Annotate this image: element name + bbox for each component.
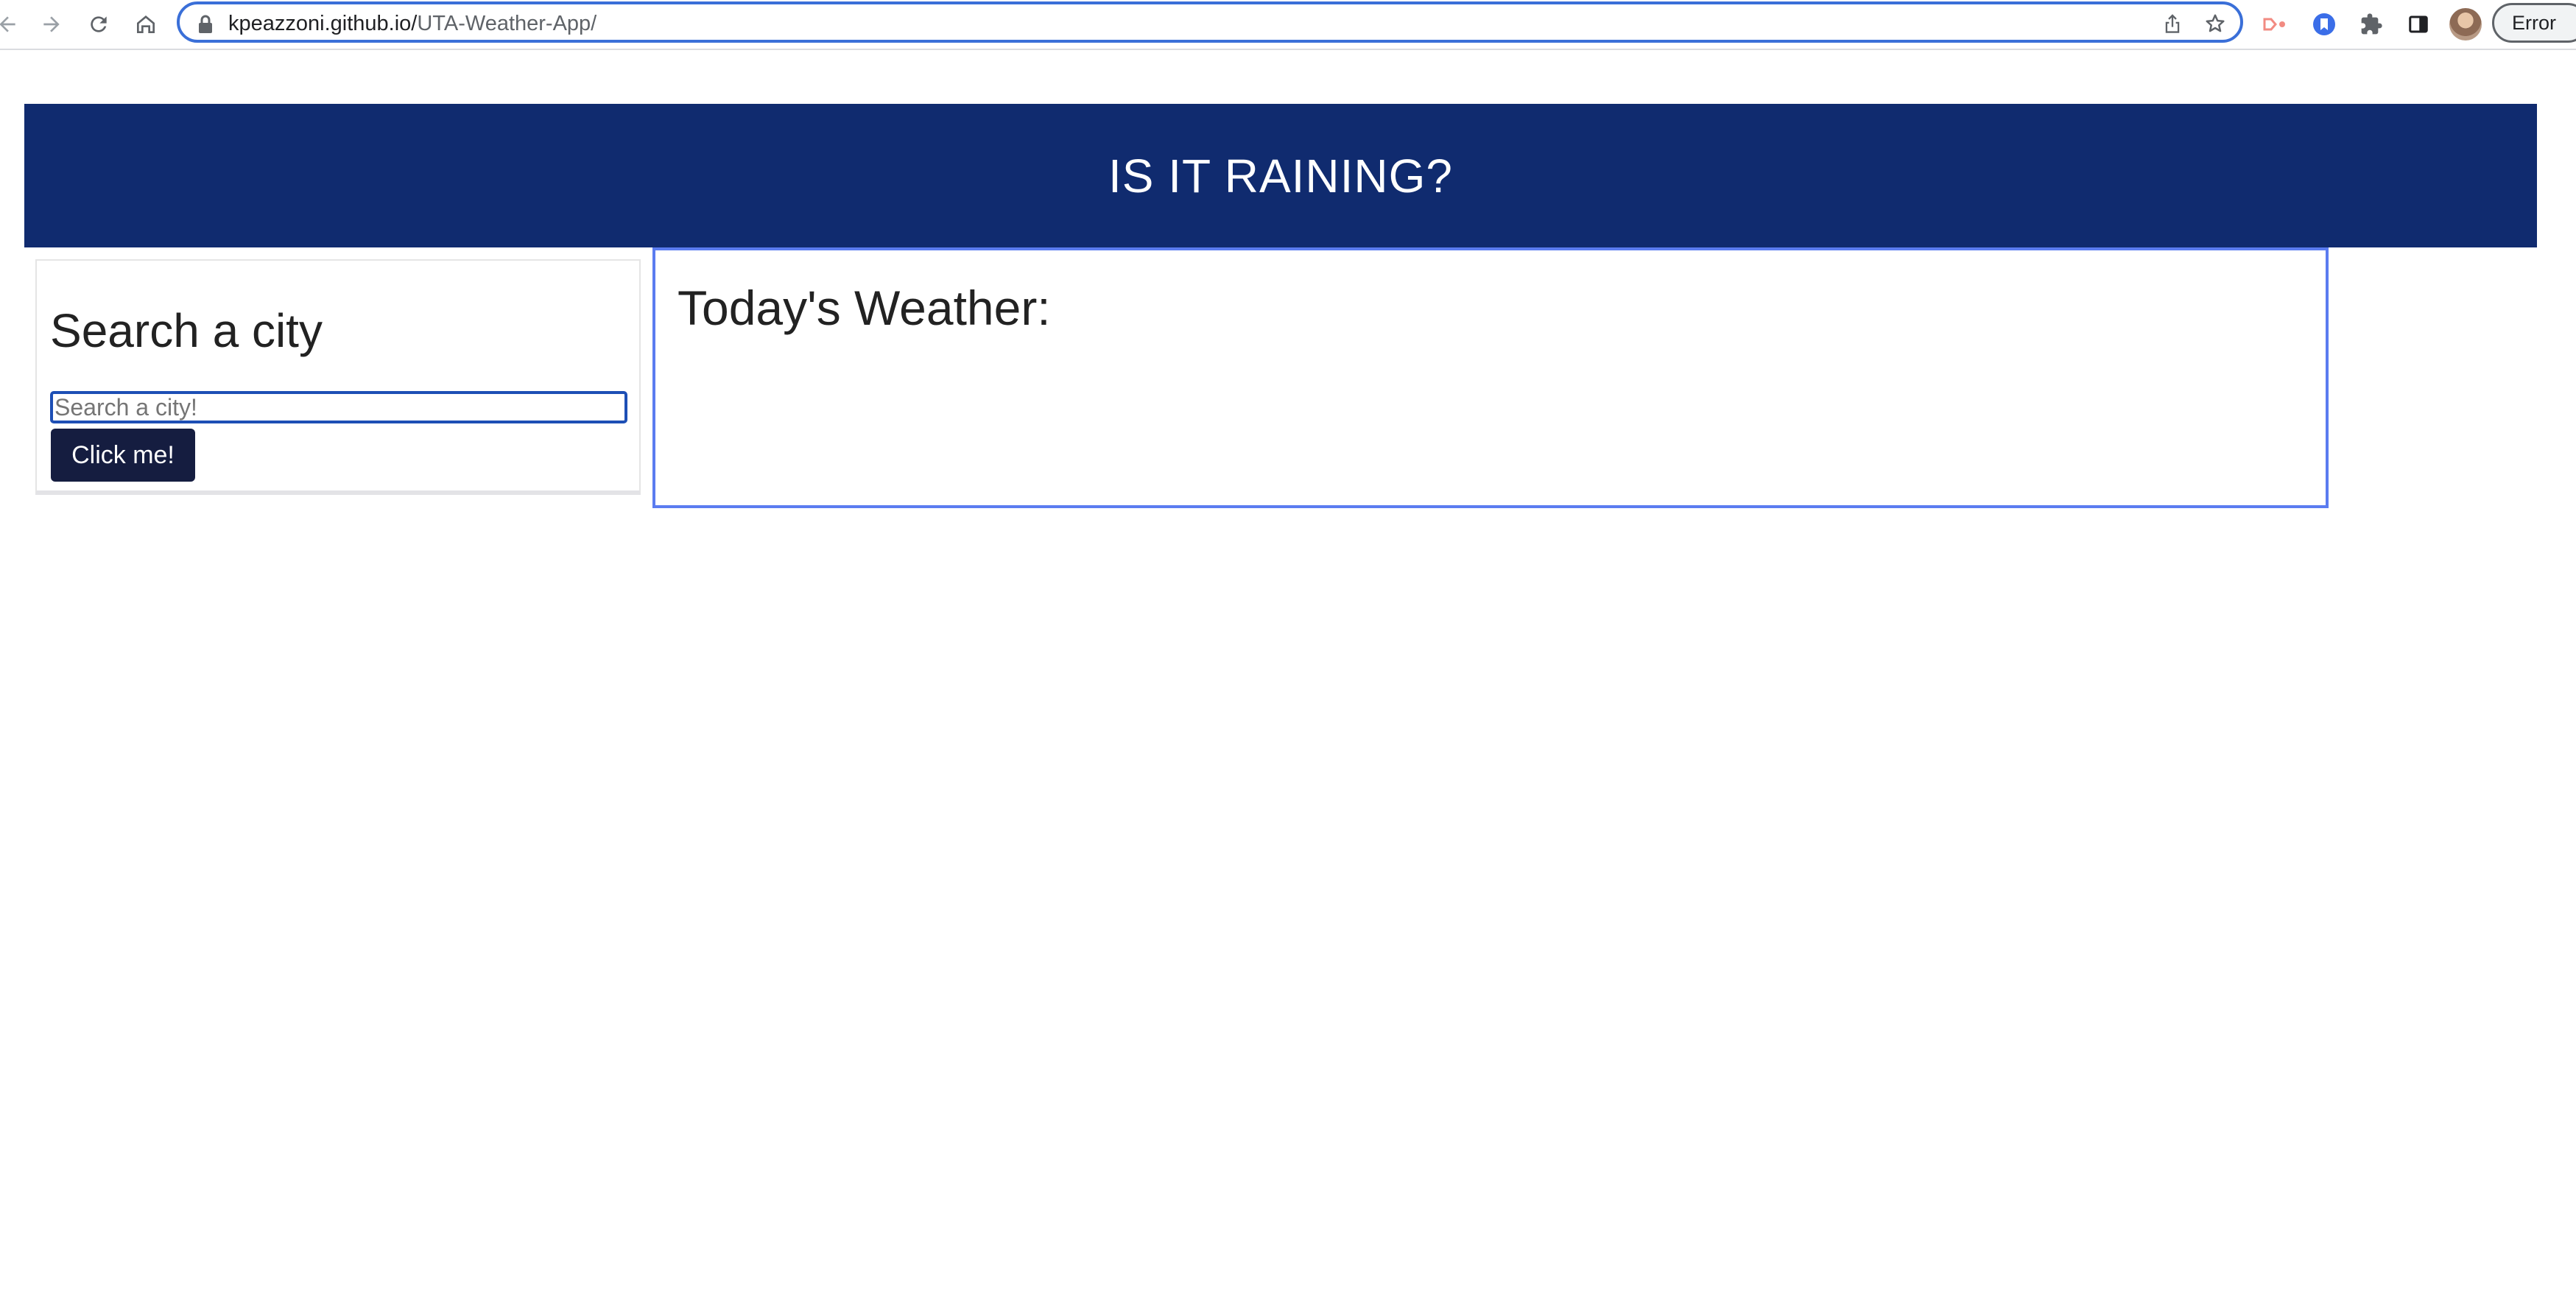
profile-error-button[interactable]: Error: [2492, 3, 2576, 43]
url-path: UTA-Weather-App/: [417, 12, 597, 35]
puzzle-icon[interactable]: [2355, 8, 2387, 41]
avatar[interactable]: [2449, 8, 2482, 41]
forward-icon[interactable]: [35, 8, 68, 41]
page-title: IS IT RAINING?: [1108, 149, 1454, 203]
weather-heading: Today's Weather:: [678, 281, 1051, 335]
address-bar[interactable]: kpeazzoni.github.io/UTA-Weather-App/: [177, 1, 2243, 43]
bookmark-star-icon[interactable]: [2202, 10, 2228, 37]
tab-search-icon[interactable]: [2308, 8, 2340, 41]
todays-weather-card: Today's Weather:: [652, 247, 2329, 508]
lock-icon[interactable]: [197, 15, 214, 34]
extension-icon[interactable]: [2259, 8, 2292, 41]
page-header: IS IT RAINING?: [24, 104, 2537, 247]
search-heading: Search a city: [50, 304, 323, 357]
back-icon[interactable]: [0, 8, 24, 41]
home-icon[interactable]: [130, 8, 162, 41]
search-card: Search a city Click me!: [35, 259, 641, 495]
browser-toolbar: kpeazzoni.github.io/UTA-Weather-App/ Err…: [0, 0, 2576, 50]
url-text: kpeazzoni.github.io/UTA-Weather-App/: [228, 10, 597, 37]
search-input[interactable]: [50, 391, 627, 423]
search-button[interactable]: Click me!: [51, 429, 195, 482]
url-host: kpeazzoni.github.io/: [228, 12, 418, 35]
share-icon[interactable]: [2159, 10, 2186, 37]
side-panel-icon[interactable]: [2402, 8, 2435, 41]
reload-icon[interactable]: [82, 8, 115, 41]
